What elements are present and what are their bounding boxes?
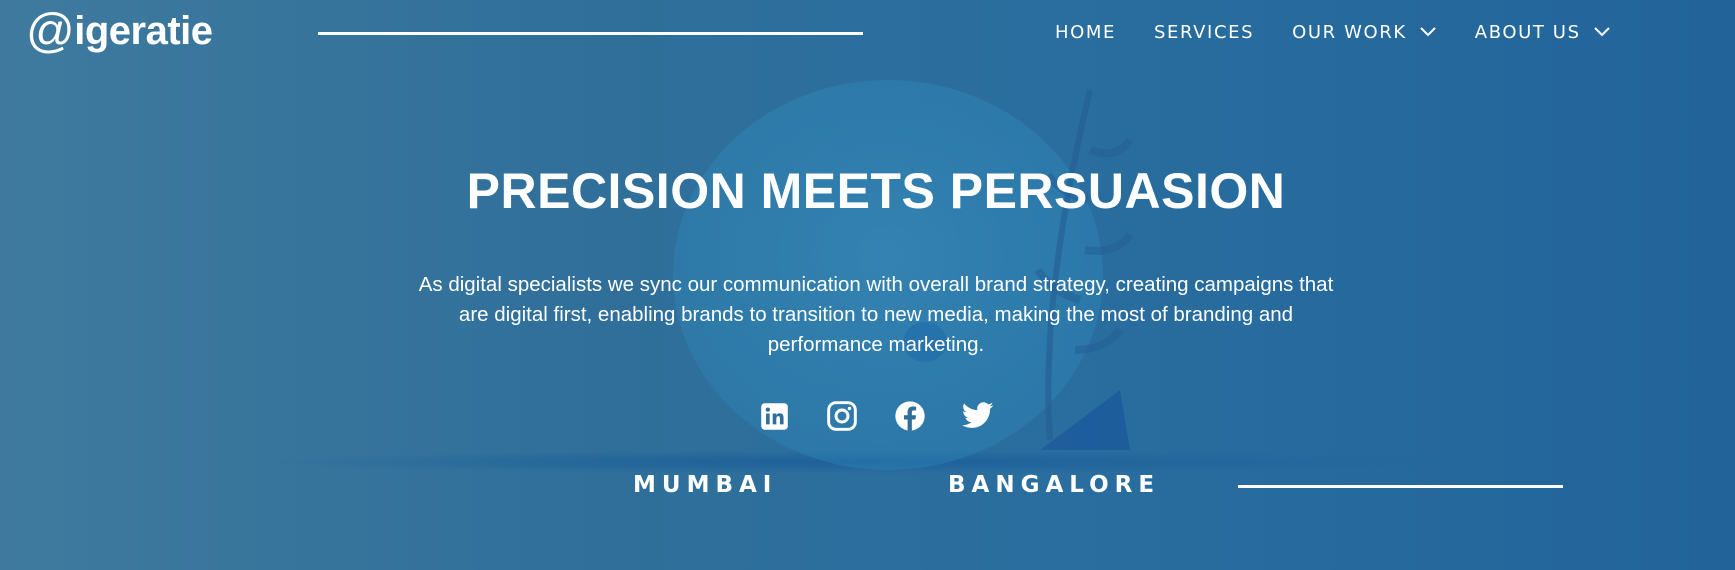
logo-text: igeratie: [74, 8, 213, 53]
nav-item-label: SERVICES: [1154, 21, 1255, 43]
social-links: [758, 400, 994, 432]
nav-item-about-us[interactable]: ABOUT US: [1475, 22, 1611, 43]
nav-item-label: ABOUT US: [1474, 21, 1581, 43]
hero-description: As digital specialists we sync our commu…: [418, 273, 1334, 356]
nav-item-home[interactable]: HOME: [1055, 22, 1116, 43]
nav-item-our-work[interactable]: OUR WORK: [1292, 22, 1437, 43]
logo-symbol: @: [26, 4, 75, 58]
twitter-icon[interactable]: [962, 400, 994, 432]
instagram-icon[interactable]: [826, 400, 858, 432]
chevron-down-icon: [1593, 27, 1610, 37]
nav-item-label: HOME: [1055, 21, 1117, 43]
facebook-icon[interactable]: [894, 400, 926, 432]
header-divider-line: [318, 32, 863, 35]
hero-section: @ igeratie HOME SERVICES OUR WORK ABOUT U…: [0, 0, 1735, 570]
main-navigation: HOME SERVICES OUR WORK ABOUT US: [1055, 14, 1611, 50]
nav-item-services[interactable]: SERVICES: [1154, 22, 1254, 43]
nav-item-label: OUR WORK: [1292, 21, 1407, 43]
brand-logo[interactable]: @ igeratie: [26, 4, 213, 58]
location-mumbai: MUMBAI: [633, 472, 778, 498]
chevron-down-icon: [1420, 27, 1436, 37]
linkedin-icon[interactable]: [758, 400, 790, 432]
hero-title: PRECISION MEETS PERSUASION: [466, 163, 1286, 219]
location-bangalore: BANGALORE: [948, 472, 1161, 498]
footer-divider-line: [1238, 485, 1563, 488]
